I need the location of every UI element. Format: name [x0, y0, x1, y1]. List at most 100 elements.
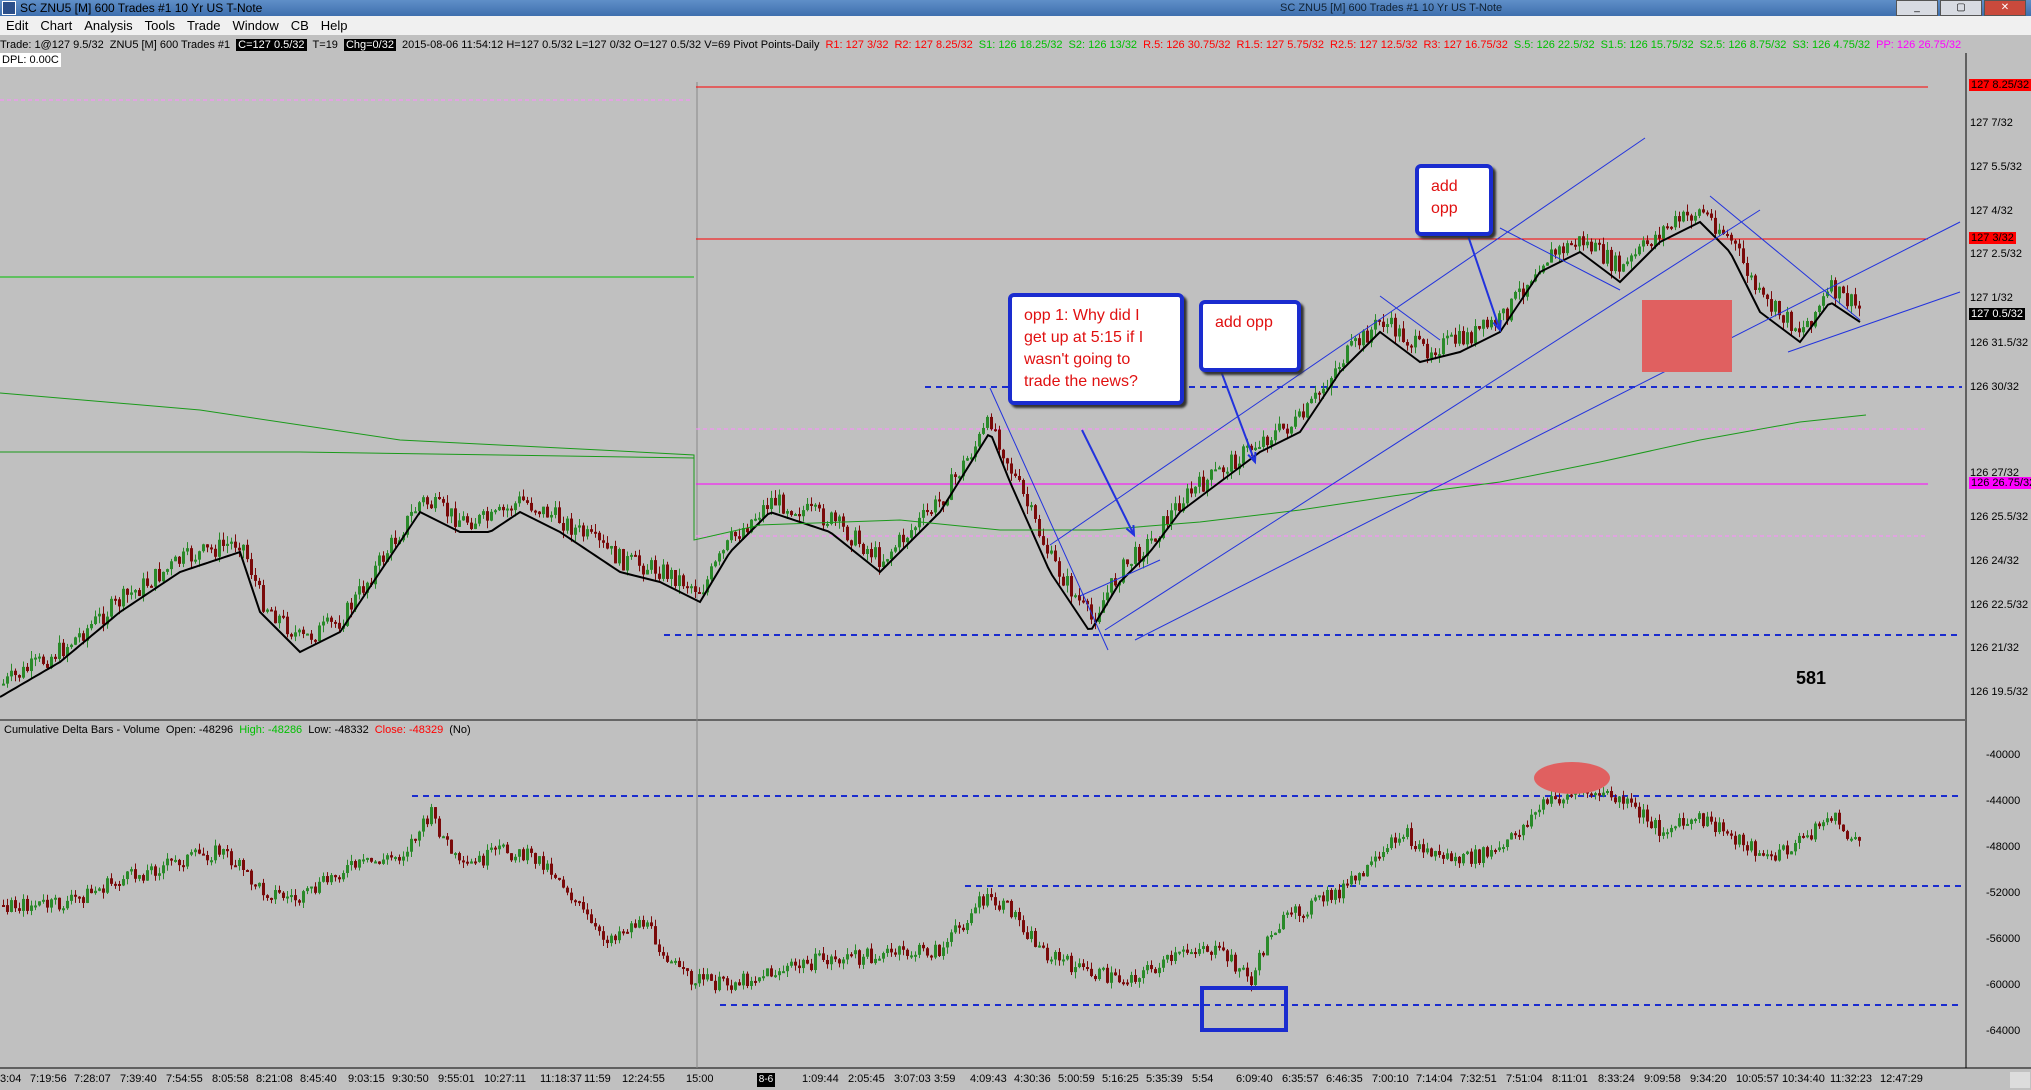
delta-candle	[306, 888, 309, 892]
lower-low: Low: -48332	[308, 724, 369, 736]
delta-candle	[1662, 832, 1665, 836]
delta-candle	[1246, 967, 1249, 977]
delta-candle	[966, 923, 969, 931]
price-candle	[674, 569, 677, 586]
delta-candle	[1842, 824, 1845, 832]
delta-candle	[1278, 929, 1281, 933]
delta-candle	[1090, 968, 1093, 976]
delta-candle	[54, 897, 57, 900]
price-candle	[1806, 321, 1809, 328]
delta-candle	[1270, 935, 1273, 938]
delta-candle	[1382, 852, 1385, 858]
delta-candle	[1410, 828, 1413, 846]
price-candle	[1702, 209, 1705, 213]
moving-average-green-prev	[0, 451, 695, 459]
price-candle	[1338, 367, 1341, 370]
delta-candle	[1334, 889, 1337, 900]
delta-candle	[878, 958, 881, 961]
price-candle	[638, 555, 641, 566]
info-chg: Chg=0/32	[343, 39, 396, 51]
price-candle	[622, 549, 625, 571]
delta-candle	[746, 973, 749, 987]
price-candle	[1594, 242, 1597, 252]
delta-candle	[890, 948, 893, 953]
delta-candle	[1750, 841, 1753, 851]
delta-candle	[338, 877, 341, 880]
delta-candle	[1802, 835, 1805, 838]
price-candle	[1490, 319, 1493, 328]
price-candle	[1210, 469, 1213, 480]
pivot-s15: S1.5: 126 15.75/32	[1600, 39, 1694, 51]
price-candle	[1558, 246, 1561, 255]
delta-axis-tick: -64000	[1986, 1025, 2021, 1037]
price-candle	[1286, 428, 1289, 434]
delta-candle	[142, 875, 145, 881]
price-candle	[918, 517, 921, 528]
delta-candle	[1778, 849, 1781, 861]
price-candle	[526, 500, 529, 503]
price-candle	[130, 592, 133, 595]
price-candle	[662, 564, 665, 579]
delta-candle	[258, 882, 261, 887]
price-candle	[1514, 291, 1517, 299]
delta-candle	[718, 976, 721, 991]
price-candle	[698, 592, 701, 595]
delta-candle	[1162, 959, 1165, 968]
delta-candle	[458, 853, 461, 861]
price-candle	[362, 586, 365, 593]
price-candle	[1606, 249, 1609, 264]
delta-candle	[18, 908, 21, 911]
time-axis-tick: 7:00:10	[1372, 1073, 1409, 1085]
delta-candle	[674, 960, 677, 963]
pivot-r2: R2: 127 8.25/32	[894, 39, 973, 51]
delta-candle	[1370, 861, 1373, 865]
delta-candle	[1522, 824, 1525, 836]
delta-candle	[194, 849, 197, 853]
chart-area[interactable]	[0, 0, 2031, 1090]
price-candle	[1014, 473, 1017, 476]
delta-candle	[838, 959, 841, 964]
delta-candle	[1058, 951, 1061, 961]
delta-candle	[1526, 824, 1529, 827]
price-candle	[986, 416, 989, 428]
delta-candle	[90, 888, 93, 894]
time-axis-tick: 12:24:55	[622, 1073, 665, 1085]
price-candle	[1030, 505, 1033, 508]
price-candle	[338, 622, 341, 629]
time-axis-tick: 4:30:36	[1014, 1073, 1051, 1085]
price-candle	[1434, 352, 1437, 356]
price-candle	[966, 458, 969, 461]
delta-candle	[1242, 967, 1245, 970]
delta-candle	[1730, 833, 1733, 836]
delta-candle	[690, 971, 693, 985]
delta-candle	[1510, 833, 1513, 840]
delta-axis-tick: -52000	[1986, 887, 2021, 899]
delta-candle	[2, 905, 5, 907]
delta-candle	[702, 974, 705, 980]
delta-candle	[446, 836, 449, 840]
price-candle	[134, 590, 137, 593]
price-candle	[1466, 332, 1469, 345]
price-candle	[478, 514, 481, 524]
delta-candle	[658, 944, 661, 953]
delta-candle	[502, 844, 505, 847]
price-candle	[1634, 254, 1637, 257]
price-candle	[1766, 294, 1769, 300]
price-candle	[1666, 226, 1669, 229]
price-candle	[694, 586, 697, 593]
price-candle	[1418, 335, 1421, 340]
delta-candle	[1614, 797, 1617, 803]
callout-opp1-line: wasn't going to	[1024, 351, 1131, 368]
delta-axis-tick: -44000	[1986, 795, 2021, 807]
price-candle	[1674, 216, 1677, 228]
delta-candle	[1682, 818, 1685, 826]
delta-candle	[642, 919, 645, 927]
delta-candle	[262, 882, 265, 896]
price-candle	[1786, 311, 1789, 323]
info-close: C=127 0.5/32	[236, 39, 307, 51]
price-axis-tick: 126 21/32	[1970, 642, 2019, 654]
delta-candle	[1350, 875, 1353, 885]
delta-candle	[330, 875, 333, 883]
price-candle	[94, 616, 97, 625]
delta-candle	[1698, 813, 1701, 820]
